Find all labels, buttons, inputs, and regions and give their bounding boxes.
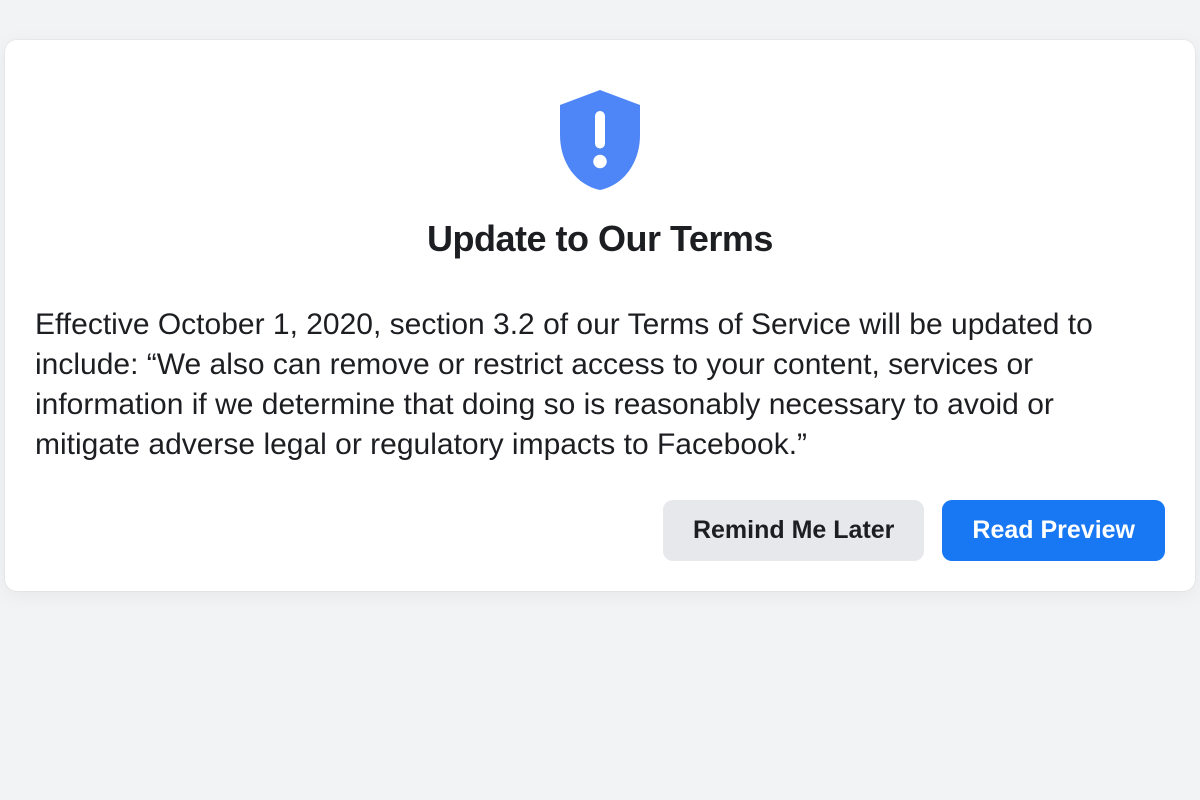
remind-me-later-button[interactable]: Remind Me Later bbox=[663, 500, 924, 561]
dialog-body: Effective October 1, 2020, section 3.2 o… bbox=[35, 305, 1165, 465]
dialog-title: Update to Our Terms bbox=[35, 218, 1165, 260]
dialog-icon-wrap bbox=[35, 80, 1165, 200]
terms-update-dialog: Update to Our Terms Effective October 1,… bbox=[5, 40, 1195, 591]
read-preview-button[interactable]: Read Preview bbox=[942, 500, 1165, 561]
dialog-actions: Remind Me Later Read Preview bbox=[35, 500, 1165, 561]
shield-alert-icon bbox=[540, 80, 660, 200]
